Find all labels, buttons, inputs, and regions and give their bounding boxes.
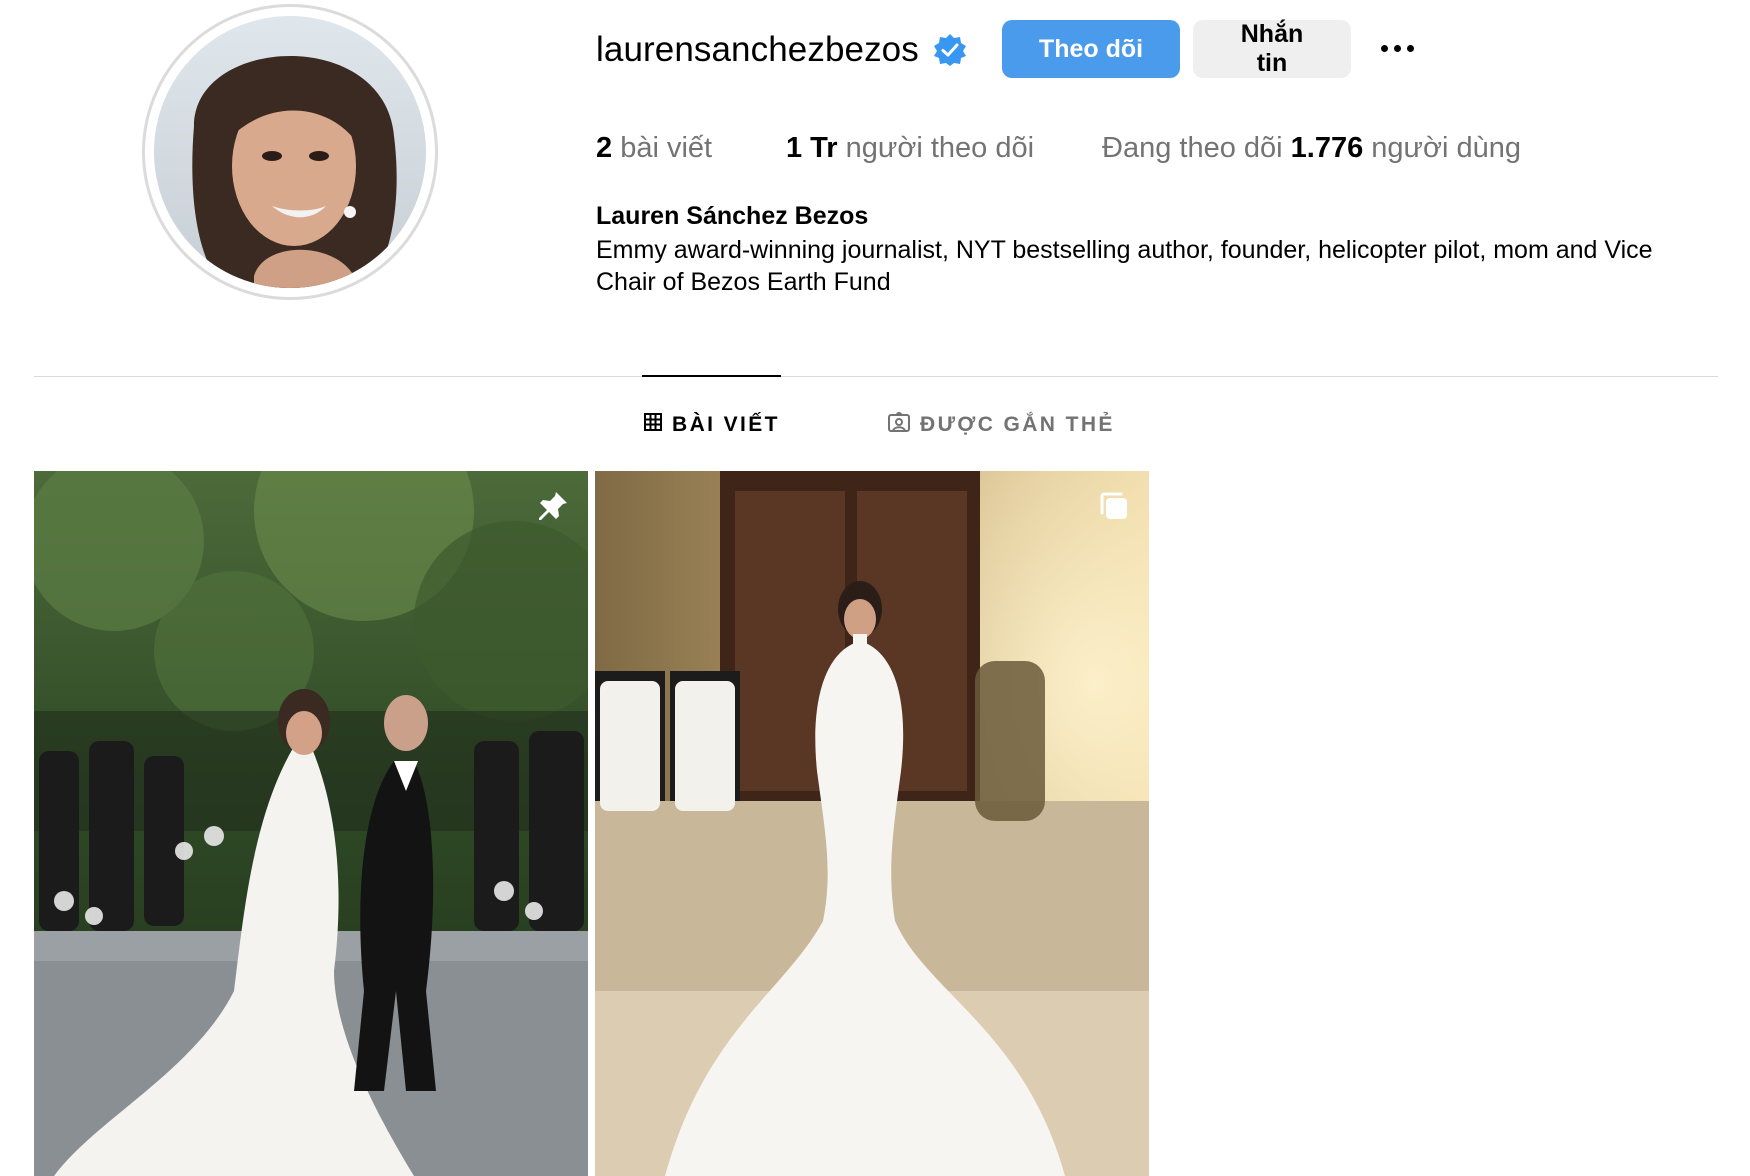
carousel-icon [1097,489,1131,523]
posts-label: bài viết [620,131,713,164]
tab-tagged-label: ĐƯỢC GẮN THẺ [920,413,1115,436]
following-prefix: Đang theo dõi [1102,131,1283,164]
stat-posts: 2 bài viết [596,132,712,165]
post-thumbnail[interactable] [595,471,1149,1176]
following-count: 1.776 [1290,131,1364,164]
posts-count: 2 [596,131,613,164]
tab-posts[interactable]: BÀI VIẾT [644,410,780,440]
profile-avatar-ring[interactable] [142,4,438,300]
stat-followers[interactable]: 1 Tr người theo dõi [786,132,1034,165]
tab-posts-label: BÀI VIẾT [672,413,780,436]
following-suffix: người dùng [1371,131,1521,164]
stat-following[interactable]: Đang theo dõi 1.776 người dùng [1102,132,1521,165]
followers-label: người theo dõi [845,131,1035,164]
active-tab-indicator [642,375,781,377]
tabs-divider [34,376,1718,377]
username: laurensanchezbezos [596,30,919,69]
post-thumbnail[interactable] [34,471,588,1176]
username-row: laurensanchezbezos [596,20,967,80]
pin-icon [536,489,570,523]
follow-button[interactable]: Theo dõi [1002,20,1180,78]
message-button[interactable]: Nhắn tin [1193,20,1351,78]
grid-icon [644,413,662,437]
tab-tagged[interactable]: ĐƯỢC GẮN THẺ [888,410,1115,440]
followers-count: 1 Tr [786,131,838,164]
full-name: Lauren Sánchez Bezos [596,202,869,230]
avatar [154,16,426,288]
bio: Emmy award-winning journalist, NYT bests… [596,236,1653,296]
verified-badge-icon [933,33,967,67]
more-horizontal-icon[interactable] [1372,28,1422,68]
tagged-person-icon [888,411,910,438]
